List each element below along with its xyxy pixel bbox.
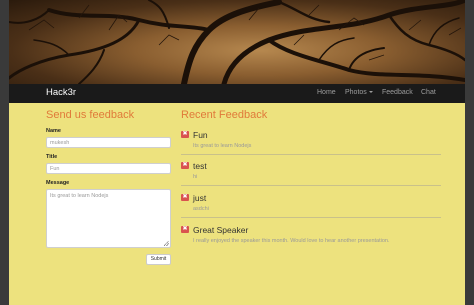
caret-down-icon bbox=[368, 91, 373, 93]
feedback-title: Fun bbox=[193, 130, 208, 140]
feedback-message: hi bbox=[193, 174, 198, 180]
divider bbox=[181, 154, 441, 155]
feedback-message: I really enjoyed the speaker this month.… bbox=[193, 238, 390, 244]
submit-button[interactable]: Submit bbox=[146, 254, 171, 265]
nav-feedback[interactable]: Feedback bbox=[382, 89, 413, 96]
nav-home[interactable]: Home bbox=[317, 89, 336, 96]
nav-chat[interactable]: Chat bbox=[421, 89, 436, 96]
feedback-title: test bbox=[193, 161, 207, 171]
message-textarea[interactable]: Its great to learn Nodejs bbox=[46, 189, 171, 248]
message-label: Message bbox=[46, 180, 70, 186]
feedback-title: Great Speaker bbox=[193, 225, 249, 235]
feedback-message: asdchi bbox=[193, 206, 209, 212]
resize-handle-icon[interactable] bbox=[164, 241, 169, 246]
nav-photos-dropdown[interactable]: Photos bbox=[345, 89, 373, 96]
title-input[interactable]: Fun bbox=[46, 163, 171, 174]
navbar: Hack3r Home Photos Feedback Chat bbox=[9, 84, 465, 103]
delete-icon[interactable]: ✖ bbox=[181, 131, 189, 138]
form-heading: Send us feedback bbox=[46, 109, 135, 121]
delete-icon[interactable]: ✖ bbox=[181, 194, 189, 201]
page: Hack3r Home Photos Feedback Chat Send us… bbox=[9, 0, 465, 305]
divider bbox=[181, 217, 441, 218]
tree-silhouette bbox=[9, 0, 465, 84]
hero-banner-tree-image bbox=[9, 0, 465, 84]
brand-link[interactable]: Hack3r bbox=[46, 87, 76, 98]
feedback-title: just bbox=[193, 193, 207, 203]
recent-feedback-heading: Recent Feedback bbox=[181, 109, 268, 121]
feedback-message: Its great to learn Nodejs bbox=[193, 143, 252, 149]
name-label: Name bbox=[46, 128, 61, 134]
title-label: Title bbox=[46, 154, 58, 160]
delete-icon[interactable]: ✖ bbox=[181, 226, 189, 233]
name-input[interactable]: mukesh bbox=[46, 137, 171, 148]
message-text: Its great to learn Nodejs bbox=[50, 193, 109, 199]
delete-icon[interactable]: ✖ bbox=[181, 162, 189, 169]
divider bbox=[181, 185, 441, 186]
nav-photos-label: Photos bbox=[345, 89, 367, 96]
